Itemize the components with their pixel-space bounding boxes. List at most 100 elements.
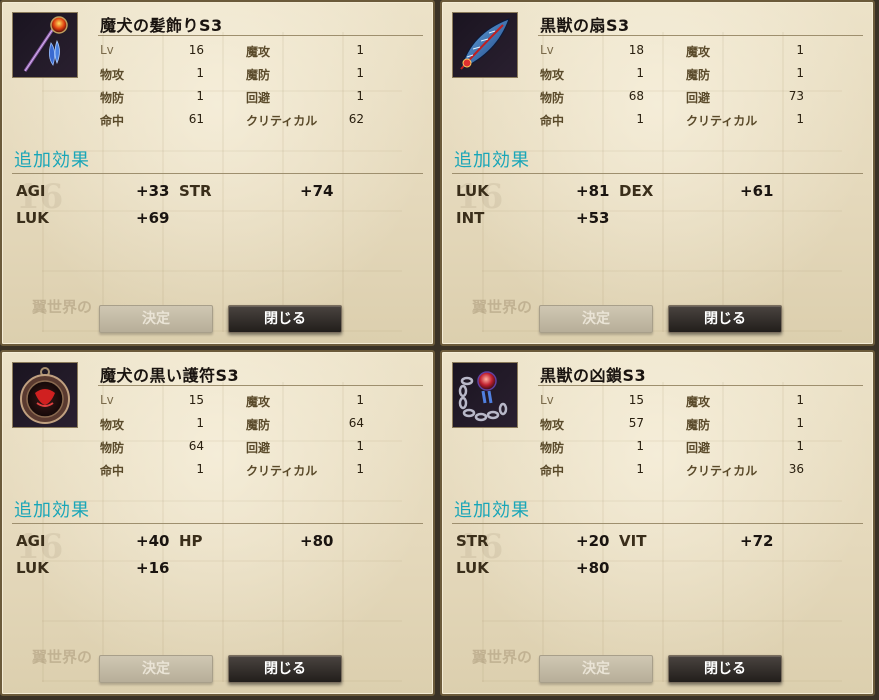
additional-effects-heading: 追加効果 [14, 150, 90, 171]
stat-value: 1 [196, 462, 204, 476]
stat-value: 36 [788, 462, 804, 476]
stat-row: 物攻 57 魔防 1 [540, 413, 810, 436]
bonus-value: +61 [740, 182, 774, 200]
bonus-stat: VIT [619, 532, 647, 550]
bonus-stat: AGI [16, 532, 46, 550]
stat-value: 61 [188, 112, 204, 126]
item-title: 黒獣の凶鎖S3 [540, 366, 647, 385]
stat-label: 物防 [540, 441, 565, 455]
close-button[interactable]: 閉じる [668, 305, 782, 333]
bonus-value: +40 [136, 532, 170, 550]
stat-row: 物攻 1 魔防 64 [100, 413, 370, 436]
decide-button[interactable]: 決定 [99, 655, 213, 683]
close-button[interactable]: 閉じる [228, 655, 342, 683]
bonus-stat: DEX [619, 182, 654, 200]
bonus-value: +80 [576, 559, 610, 577]
stat-label: 物攻 [100, 68, 125, 82]
additional-effects-heading: 追加効果 [14, 500, 90, 521]
stat-row: 物防 64 回避 1 [100, 436, 370, 459]
watermark-text: 翼世界の [472, 648, 533, 666]
stat-value: 73 [788, 89, 804, 103]
stat-label: 物攻 [540, 68, 565, 82]
stat-value: 1 [796, 43, 804, 57]
close-button[interactable]: 閉じる [228, 305, 342, 333]
amulet-icon [12, 362, 78, 428]
stat-label: 物攻 [100, 418, 125, 432]
stat-label: 魔攻 [686, 45, 711, 59]
bonus-value: +81 [576, 182, 610, 200]
stat-label: 回避 [246, 91, 271, 105]
stat-value: 1 [636, 112, 644, 126]
bonus-row: LUK +69 [16, 207, 346, 234]
stat-label: クリティカル [686, 464, 758, 478]
stat-label: 回避 [686, 91, 711, 105]
stat-value: 1 [796, 439, 804, 453]
stat-value: 16 [188, 43, 204, 57]
divider [98, 35, 423, 36]
decide-button[interactable]: 決定 [539, 305, 653, 333]
bonus-stat: STR [179, 182, 212, 200]
stat-value: 1 [636, 66, 644, 80]
stat-label: 命中 [100, 464, 125, 478]
item-panel: 16 魔犬の黒い護符S3 Lv 15 魔攻 1 物攻 1 魔防 64 物防 64… [0, 350, 435, 696]
stat-row: 物防 1 回避 1 [540, 436, 810, 459]
stat-row: Lv 15 魔攻 1 [100, 390, 370, 413]
stat-label: 回避 [686, 441, 711, 455]
bonus-stat: LUK [456, 559, 489, 577]
stat-value: 1 [356, 66, 364, 80]
bonus-value: +16 [136, 559, 170, 577]
item-panel: 16 魔犬の髪飾りS3 Lv 16 魔攻 1 物攻 1 魔防 1 物防 1 回避… [0, 0, 435, 346]
stats-table: Lv 16 魔攻 1 物攻 1 魔防 1 物防 1 回避 1 命中 61 クリテ… [100, 40, 370, 132]
stat-label: 命中 [540, 114, 565, 128]
stat-value: 1 [356, 43, 364, 57]
stat-row: 物攻 1 魔防 1 [540, 63, 810, 86]
stat-value: 57 [628, 416, 644, 430]
stat-value: 1 [636, 462, 644, 476]
decide-button[interactable]: 決定 [99, 305, 213, 333]
stat-label: クリティカル [686, 114, 758, 128]
bonus-value: +20 [576, 532, 610, 550]
close-button[interactable]: 閉じる [668, 655, 782, 683]
watermark-text: 翼世界の [32, 298, 93, 316]
stat-row: 物防 68 回避 73 [540, 86, 810, 109]
stat-value: 68 [628, 89, 644, 103]
stat-row: 物防 1 回避 1 [100, 86, 370, 109]
item-title: 魔犬の髪飾りS3 [100, 16, 223, 35]
bonus-stat: INT [456, 209, 485, 227]
stat-label: クリティカル [246, 114, 318, 128]
stat-row: 命中 61 クリティカル 62 [100, 109, 370, 132]
bonus-value: +69 [136, 209, 170, 227]
divider [12, 173, 423, 174]
stat-row: Lv 16 魔攻 1 [100, 40, 370, 63]
bonus-stat: STR [456, 532, 489, 550]
stat-label: 物防 [100, 91, 125, 105]
stat-label: 魔攻 [246, 395, 271, 409]
stat-row: Lv 15 魔攻 1 [540, 390, 810, 413]
item-panel: 16 黒獣の扇S3 Lv 18 魔攻 1 物攻 1 魔防 1 物防 68 回避 … [440, 0, 875, 346]
stat-label: Lv [100, 393, 114, 407]
bonus-stat: LUK [16, 559, 49, 577]
item-panel: 16 黒獣の凶鎖S3 Lv 15 魔攻 1 物攻 57 魔防 1 物防 1 回避… [440, 350, 875, 696]
stat-label: 命中 [540, 464, 565, 478]
stat-label: クリティカル [246, 464, 318, 478]
stat-label: Lv [100, 43, 114, 57]
item-title: 黒獣の扇S3 [540, 16, 630, 35]
stat-row: Lv 18 魔攻 1 [540, 40, 810, 63]
stat-label: 魔防 [246, 418, 271, 432]
divider [452, 523, 863, 524]
stat-value: 15 [188, 393, 204, 407]
bonus-row: INT +53 [456, 207, 786, 234]
decide-button[interactable]: 決定 [539, 655, 653, 683]
stat-value: 15 [628, 393, 644, 407]
stat-row: 物攻 1 魔防 1 [100, 63, 370, 86]
stat-row: 命中 1 クリティカル 1 [100, 459, 370, 482]
bonus-value: +53 [576, 209, 610, 227]
bonus-list: AGI +33 STR +74 LUK +69 [16, 180, 346, 234]
divider [538, 385, 863, 386]
bonus-list: AGI +40 HP +80 LUK +16 [16, 530, 346, 584]
bonus-row: LUK +80 [456, 557, 786, 584]
stat-value: 1 [796, 393, 804, 407]
watermark-text: 翼世界の [472, 298, 533, 316]
feather-fan-icon [452, 12, 518, 78]
stat-value: 64 [188, 439, 204, 453]
